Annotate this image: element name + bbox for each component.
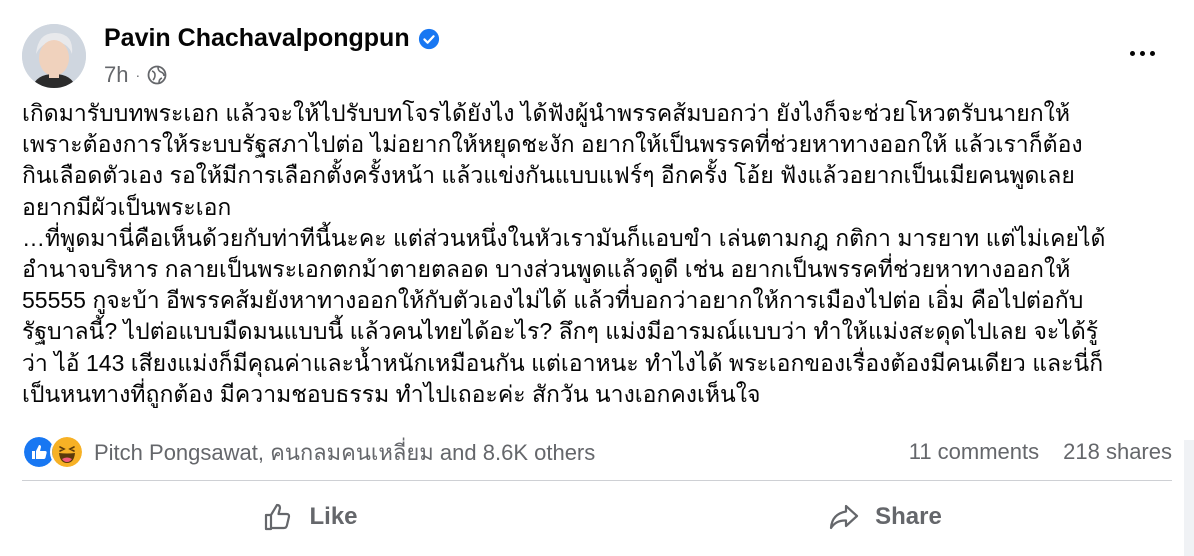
author-row: Pavin Chachavalpongpun [104, 24, 440, 53]
globe-icon[interactable] [147, 65, 167, 85]
post-timestamp[interactable]: 7h [104, 62, 128, 88]
shares-count[interactable]: 218 shares [1063, 439, 1172, 465]
avatar-image [22, 24, 86, 88]
thumbs-up-icon [265, 503, 291, 531]
more-dot [1149, 50, 1155, 56]
verified-badge-icon [418, 28, 439, 49]
like-button[interactable]: Like [22, 488, 597, 546]
meta-separator: · [135, 67, 141, 83]
reactions-summary: Pitch Pongsawat, คนกลมคนเหลี่ยม and 8.6K… [22, 432, 1172, 472]
post-meta: 7h · [104, 62, 167, 88]
divider [22, 480, 1172, 481]
reactor-names[interactable]: Pitch Pongsawat, คนกลมคนเหลี่ยม and 8.6K… [94, 435, 595, 470]
more-dot [1139, 50, 1145, 56]
comments-count[interactable]: 11 comments [909, 439, 1039, 465]
like-label: Like [309, 503, 358, 530]
engagement-counts: 11 comments 218 shares [909, 439, 1172, 465]
more-options-icon[interactable] [1122, 38, 1162, 68]
more-dot [1129, 50, 1135, 56]
post-text: เกิดมารับบทพระเอก แล้วจะให้ไปรับบทโจรได้… [22, 100, 1106, 407]
avatar[interactable] [22, 24, 86, 88]
author-name[interactable]: Pavin Chachavalpongpun [104, 24, 410, 53]
haha-reaction-icon [50, 435, 84, 469]
share-label: Share [875, 503, 942, 530]
scrollbar-track[interactable] [1184, 440, 1194, 556]
reaction-icons[interactable] [22, 435, 84, 469]
action-bar: Like Share [22, 488, 1172, 546]
share-arrow-icon [830, 504, 859, 530]
facebook-post: Pavin Chachavalpongpun 7h · เกิดมารับบทพ… [0, 0, 1194, 556]
share-button[interactable]: Share [597, 488, 1172, 546]
